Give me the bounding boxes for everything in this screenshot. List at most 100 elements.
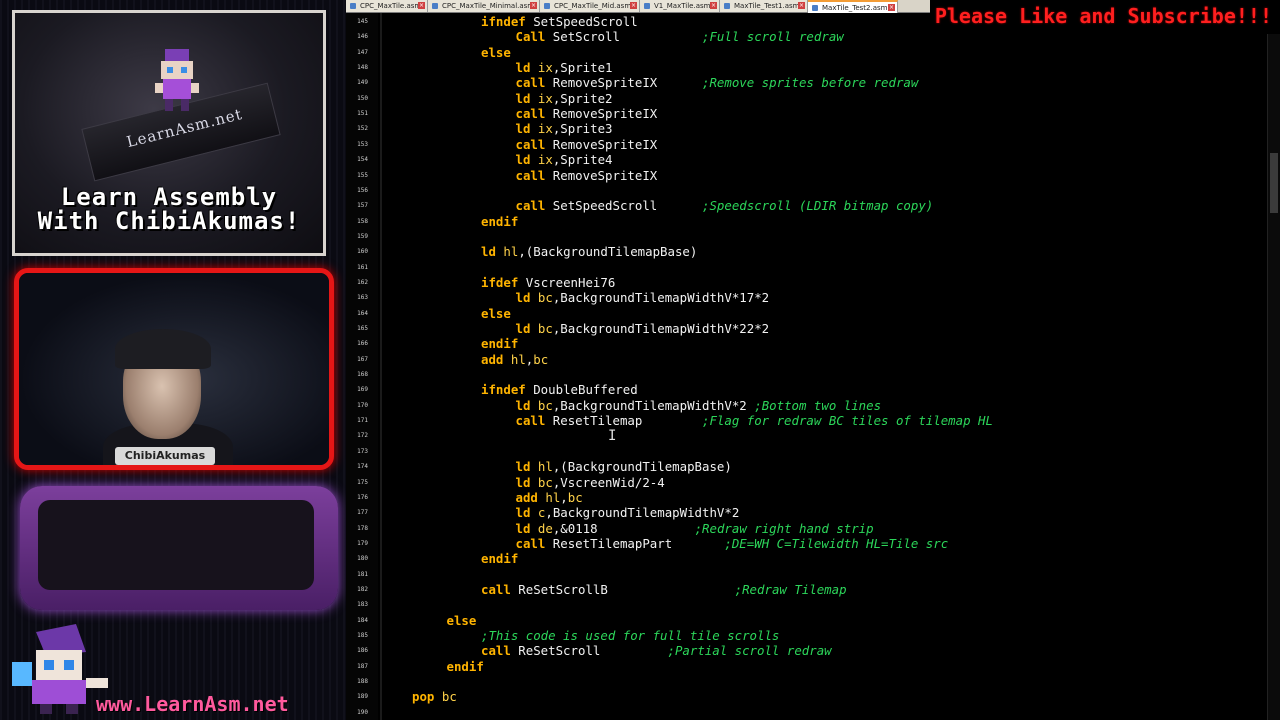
- code-keyword: call: [515, 413, 546, 429]
- code-register: hl: [537, 459, 553, 475]
- code-keyword: else: [446, 612, 477, 628]
- code-line[interactable]: call ReSetScroll ;Partial scroll redraw: [481, 643, 832, 658]
- code-text: ,BackgroundTilemapWidthV*2: [545, 505, 740, 521]
- code-keyword: call: [481, 643, 511, 659]
- code-line[interactable]: ld hl,(BackgroundTilemapBase): [516, 459, 732, 474]
- code-line[interactable]: ld c,BackgroundTilemapWidthV*2: [516, 505, 740, 520]
- mascot-sprite-icon: [155, 49, 199, 111]
- code-line[interactable]: call ReSetScrollB ;Redraw Tilemap: [481, 582, 847, 597]
- code-line[interactable]: ld bc,BackgroundTilemapWidthV*2 ;Bottom …: [516, 398, 882, 413]
- code-text: ,&0118: [552, 520, 695, 536]
- code-keyword: else: [481, 44, 511, 60]
- code-keyword: call: [515, 136, 546, 152]
- code-line[interactable]: Call SetScroll ;Full scroll redraw: [516, 29, 844, 44]
- chat-screen: [38, 500, 314, 590]
- code-line[interactable]: ;This code is used for full tile scrolls: [481, 628, 779, 643]
- code-keyword: ld: [515, 520, 531, 536]
- stream-overlay-panel: LearnAsm.net Learn Assembly With ChibiAk…: [0, 0, 346, 720]
- vertical-scrollbar[interactable]: [1267, 13, 1280, 720]
- code-comment: ;Redraw right hand strip: [694, 520, 874, 536]
- code-keyword: endif: [481, 213, 519, 229]
- code-keyword: ld: [515, 121, 531, 137]
- code-line[interactable]: pop bc: [412, 689, 457, 704]
- code-text: ,BackgroundTilemapWidthV*2: [552, 397, 755, 413]
- code-line[interactable]: ifndef SetSpeedScroll: [481, 14, 638, 29]
- code-line[interactable]: call RemoveSpriteIX: [516, 137, 658, 152]
- chat-frame: [20, 486, 338, 610]
- code-keyword: pop: [412, 689, 435, 705]
- webcam-badge: ChibiAkumas: [115, 447, 215, 465]
- code-line[interactable]: endif: [481, 214, 518, 229]
- code-line[interactable]: call RemoveSpriteIX: [516, 106, 658, 121]
- code-line[interactable]: call ResetTilemapPart ;DE=WH C=Tilewidth…: [516, 536, 949, 551]
- code-comment: ;Bottom two lines: [754, 397, 882, 413]
- code-keyword: endif: [446, 658, 484, 674]
- code-line[interactable]: ld bc,VscreenWid/2-4: [516, 475, 665, 490]
- code-area[interactable]: ifndef SetSpeedScroll Call SetScroll ;Ful…: [346, 0, 1246, 720]
- code-register: hl: [510, 351, 526, 367]
- subscribe-banner: Please Like and Subscribe!!!: [930, 0, 1280, 34]
- code-line[interactable]: call RemoveSpriteIX ;Remove sprites befo…: [516, 75, 919, 90]
- code-line[interactable]: endif: [447, 659, 484, 674]
- code-keyword: ifndef: [481, 14, 526, 29]
- code-comment: ;Redraw Tilemap: [734, 581, 847, 597]
- code-comment: ;Partial scroll redraw: [667, 643, 832, 659]
- code-text: ,BackgroundTilemapWidthV*17*2: [552, 290, 770, 306]
- code-line[interactable]: call ResetTilemap ;Flag for redraw BC ti…: [516, 413, 993, 428]
- code-register: de: [537, 520, 553, 536]
- scrollbar-thumb[interactable]: [1270, 153, 1278, 213]
- code-keyword: ld: [515, 474, 531, 490]
- code-text: ,: [560, 489, 568, 505]
- code-line[interactable]: else: [481, 306, 511, 321]
- code-register: ix: [537, 90, 553, 106]
- code-keyword: call: [515, 75, 546, 91]
- code-line[interactable]: ld hl,(BackgroundTilemapBase): [481, 244, 697, 259]
- code-line[interactable]: ld ix,Sprite2: [516, 91, 613, 106]
- code-keyword: call: [515, 106, 546, 122]
- code-line[interactable]: endif: [481, 336, 518, 351]
- code-text: ResetTilemapPart: [545, 535, 725, 551]
- code-register: ix: [537, 121, 553, 137]
- code-text: ,(BackgroundTilemapBase): [552, 459, 732, 475]
- code-line[interactable]: ifdef VscreenHei76: [481, 275, 615, 290]
- code-register: bc: [537, 321, 553, 336]
- code-comment: ;This code is used for full tile scrolls: [481, 628, 780, 643]
- code-line[interactable]: call SetSpeedScroll ;Speedscroll (LDIR b…: [516, 198, 934, 213]
- code-line[interactable]: add hl,bc: [481, 352, 548, 367]
- code-keyword: ld: [481, 244, 496, 260]
- code-comment: ;Remove sprites before redraw: [702, 75, 919, 91]
- code-line[interactable]: else: [481, 45, 511, 60]
- code-line[interactable]: ld bc,BackgroundTilemapWidthV*22*2: [516, 321, 770, 336]
- code-text: DoubleBuffered: [525, 382, 638, 398]
- code-line[interactable]: endif: [481, 551, 518, 566]
- code-comment: ;Speedscroll (LDIR bitmap copy): [702, 198, 934, 214]
- code-keyword: ld: [515, 505, 531, 521]
- code-line[interactable]: ld ix,Sprite4: [516, 152, 613, 167]
- code-keyword: ld: [515, 290, 531, 306]
- code-line[interactable]: call RemoveSpriteIX: [516, 168, 658, 183]
- code-text: ReSetScrollB: [510, 581, 735, 597]
- logo-title-line-2: With ChibiAkumas!: [37, 207, 301, 235]
- code-editor[interactable]: CPC_MaxTile.asm × CPC_MaxTile_Minimal.asm…: [346, 0, 1280, 720]
- code-line[interactable]: else: [447, 613, 477, 628]
- code-keyword: ld: [515, 321, 531, 336]
- code-line[interactable]: ifndef DoubleBuffered: [481, 382, 638, 397]
- code-line[interactable]: ld de,&0118 ;Redraw right hand strip: [516, 521, 874, 536]
- code-line[interactable]: ld ix,Sprite1: [516, 60, 613, 75]
- code-line[interactable]: add hl,bc: [516, 490, 583, 505]
- code-keyword: call: [515, 535, 546, 551]
- code-keyword: add: [481, 351, 504, 367]
- code-text: RemoveSpriteIX: [545, 106, 658, 122]
- webcam-frame: ChibiAkumas: [14, 268, 334, 470]
- code-line[interactable]: ld bc,BackgroundTilemapWidthV*17*2: [516, 290, 770, 305]
- code-line[interactable]: ld ix,Sprite3: [516, 121, 613, 136]
- code-keyword: endif: [481, 336, 519, 352]
- code-register: ix: [537, 60, 553, 76]
- website-label: www.LearnAsm.net: [96, 692, 289, 716]
